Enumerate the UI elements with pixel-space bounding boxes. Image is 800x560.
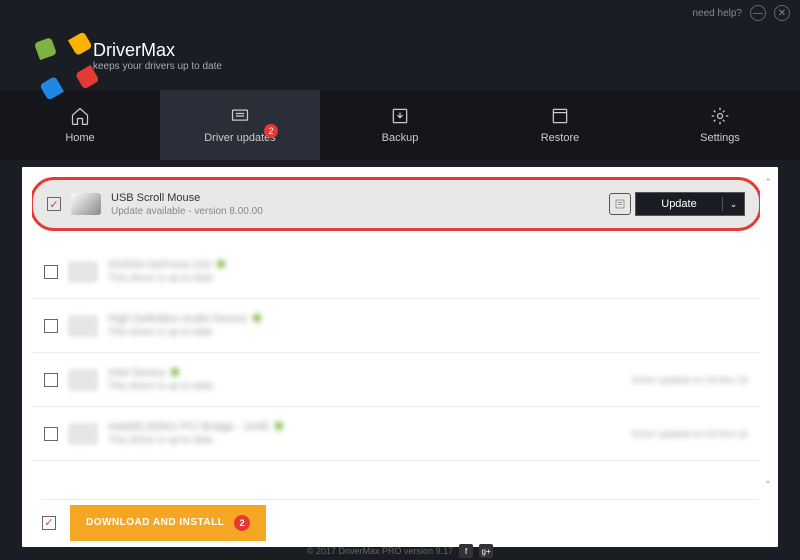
- content-panel: ✓ USB Scroll Mouse Update available - ve…: [22, 167, 778, 547]
- install-label: DOWNLOAD AND INSTALL: [86, 517, 224, 528]
- driver-list: ✓ USB Scroll Mouse Update available - ve…: [32, 175, 760, 491]
- restore-icon: [550, 106, 570, 126]
- driver-row[interactable]: Intel(R) 82801 PCI Bridge - 244E This dri…: [32, 407, 760, 461]
- scrollbar[interactable]: ⌃ ⌄: [762, 177, 774, 487]
- update-button[interactable]: Update ⌄: [635, 192, 745, 216]
- status-dot-icon: [171, 368, 179, 376]
- driver-row[interactable]: Intel Device This driver is up-to-date Dr…: [32, 353, 760, 407]
- chevron-down-icon[interactable]: ⌄: [722, 197, 744, 211]
- footer: © 2017 DriverMax PRO version 9.17 f g+: [0, 544, 800, 558]
- nav-label: Backup: [382, 132, 419, 144]
- checkbox[interactable]: [44, 319, 58, 333]
- driver-date: Driver updated on 03-Nov-16: [632, 429, 748, 439]
- updates-icon: [230, 106, 250, 126]
- nav-label: Restore: [541, 132, 580, 144]
- nav-settings[interactable]: Settings: [640, 90, 800, 160]
- nav-backup[interactable]: Backup: [320, 90, 480, 160]
- driver-status: This driver is up-to-date: [108, 327, 748, 338]
- main-nav: Home Driver updates 2 Backup Restore Set…: [0, 90, 800, 160]
- updates-badge: 2: [264, 124, 278, 138]
- driver-row-highlighted[interactable]: ✓ USB Scroll Mouse Update available - ve…: [32, 177, 760, 231]
- logo-icon: [35, 34, 79, 78]
- nav-driver-updates[interactable]: Driver updates 2: [160, 90, 320, 160]
- driver-name: High Definition Audio Device: [108, 313, 247, 325]
- driver-name: Intel(R) 82801 PCI Bridge - 244E: [108, 421, 269, 433]
- app-subtitle: keeps your drivers up to date: [93, 61, 222, 72]
- google-plus-icon[interactable]: g+: [479, 544, 493, 558]
- driver-name: Intel Device: [108, 367, 165, 379]
- status-dot-icon: [217, 260, 225, 268]
- driver-status: This driver is up-to-date: [108, 273, 748, 284]
- home-icon: [70, 106, 90, 126]
- status-dot-icon: [275, 422, 283, 430]
- backup-icon: [390, 106, 410, 126]
- driver-row[interactable]: NVIDIA GeForce 210 This driver is up-to-d…: [32, 245, 760, 299]
- driver-status: Update available - version 8.00.00: [111, 206, 599, 217]
- mouse-icon: [71, 193, 101, 215]
- bottom-bar: ✓ DOWNLOAD AND INSTALL 2: [42, 499, 758, 539]
- select-all-checkbox[interactable]: ✓: [42, 516, 56, 530]
- device-icon: [68, 261, 98, 283]
- checkbox[interactable]: [44, 427, 58, 441]
- help-link[interactable]: need help?: [693, 8, 743, 19]
- driver-status: This driver is up-to-date: [108, 381, 622, 392]
- device-icon: [68, 369, 98, 391]
- driver-name: NVIDIA GeForce 210: [108, 259, 211, 271]
- nav-restore[interactable]: Restore: [480, 90, 640, 160]
- minimize-button[interactable]: —: [750, 5, 766, 21]
- download-install-button[interactable]: DOWNLOAD AND INSTALL 2: [70, 505, 266, 541]
- update-button-label: Update: [636, 197, 722, 211]
- nav-label: Home: [65, 132, 94, 144]
- details-icon[interactable]: [609, 193, 631, 215]
- device-icon: [68, 423, 98, 445]
- status-dot-icon: [253, 314, 261, 322]
- driver-row[interactable]: High Definition Audio Device This driver …: [32, 299, 760, 353]
- scroll-up-icon[interactable]: ⌃: [762, 177, 774, 189]
- copyright-text: © 2017 DriverMax PRO version 9.17: [307, 546, 453, 556]
- titlebar: need help? — ✕: [0, 0, 800, 26]
- driver-status: This driver is up-to-date: [108, 435, 622, 446]
- driver-name: USB Scroll Mouse: [111, 192, 599, 204]
- install-badge: 2: [234, 515, 250, 531]
- nav-label: Settings: [700, 132, 740, 144]
- app-title: DriverMax: [93, 40, 222, 61]
- nav-home[interactable]: Home: [0, 90, 160, 160]
- gear-icon: [710, 106, 730, 126]
- checkbox[interactable]: [44, 373, 58, 387]
- scroll-down-icon[interactable]: ⌄: [762, 475, 774, 487]
- facebook-icon[interactable]: f: [459, 544, 473, 558]
- driver-date: Driver updated on 03-Nov-16: [632, 375, 748, 385]
- app-header: DriverMax keeps your drivers up to date: [0, 26, 800, 90]
- device-icon: [68, 315, 98, 337]
- checkbox[interactable]: ✓: [47, 197, 61, 211]
- checkbox[interactable]: [44, 265, 58, 279]
- close-button[interactable]: ✕: [774, 5, 790, 21]
